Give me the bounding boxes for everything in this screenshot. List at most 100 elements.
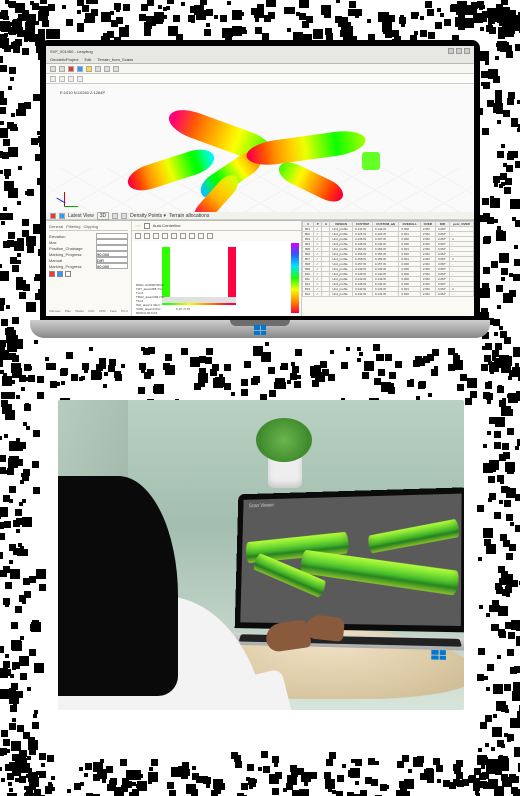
cell: -: [450, 292, 474, 297]
record-icon[interactable]: [68, 66, 74, 72]
tab-plan[interactable]: Plan: [65, 309, 71, 313]
export-icon[interactable]: [113, 66, 119, 72]
col-header[interactable]: #: [303, 222, 314, 227]
software-window: SVF_001450 - Leapfrog GeodeticProject Ed…: [46, 46, 474, 316]
coords-readout: E:1010 N:10260 Z:1264P: [60, 90, 105, 95]
collapse-icon[interactable]: [121, 213, 127, 219]
properties-panel: General Filtering Clipping ElevationMaxP…: [46, 221, 132, 316]
tab-clipping[interactable]: Clipping: [83, 224, 97, 229]
chip-red[interactable]: [49, 271, 55, 277]
tab-value: PO 2: [121, 309, 128, 313]
axis-gizmo[interactable]: [52, 182, 78, 208]
circle-icon[interactable]: [162, 233, 168, 239]
open-icon[interactable]: [50, 66, 56, 72]
app-title: SVF_001450 - Leapfrog: [50, 49, 93, 54]
col-header[interactable]: DIR: [435, 222, 449, 227]
flag-icon[interactable]: [50, 213, 56, 219]
toolbar-secondary: Latest View 3D Density Points ▾ Terrain …: [46, 212, 474, 220]
ribbon-tabs: GeodeticProject Edit Terrain_from_Scans: [46, 56, 474, 64]
windows-logo-icon: [431, 650, 446, 660]
fit-icon[interactable]: [144, 233, 150, 239]
expand-icon[interactable]: [112, 213, 118, 219]
view-dropdown[interactable]: 3D: [97, 212, 109, 220]
status-bottom-tabs: Volumes Plan Model CAD CMS Face PO 2: [49, 309, 128, 313]
plant-leaves-back: [256, 418, 312, 462]
chip-row: [49, 271, 128, 277]
tab-cad[interactable]: CAD: [88, 309, 94, 313]
rect-icon[interactable]: [153, 233, 159, 239]
prop-row: Marking_Progress: [49, 263, 128, 269]
col-header[interactable]: DESIGN: [330, 222, 353, 227]
col-header[interactable]: OVERALL: [399, 222, 420, 227]
tab-model[interactable]: Model: [75, 309, 83, 313]
redo-icon[interactable]: [104, 66, 110, 72]
col-header[interactable]: CUSTOM_adj: [372, 222, 399, 227]
col-header[interactable]: P: [314, 222, 322, 227]
label-latest-view: Latest View: [68, 213, 94, 219]
auto-centerline-checkbox[interactable]: [144, 223, 150, 229]
auto-centerline-label: Auto-Centerline: [153, 223, 181, 228]
table-row[interactable]: 814✓Und_profile0.144.W0.144.W0.0002.6M3.…: [303, 292, 474, 297]
person: [58, 476, 258, 710]
tab-filtering[interactable]: Filtering: [66, 224, 80, 229]
lower-panels: General Filtering Clipping ElevationMaxP…: [46, 220, 474, 316]
undo-icon[interactable]: [95, 66, 101, 72]
viewport-3d[interactable]: E:1010 N:10260 Z:1264P: [46, 84, 474, 212]
data-grid[interactable]: #PADESIGNCUSTOMCUSTOM_adjOVERALLOVERDIRp…: [302, 221, 474, 297]
col-header[interactable]: A: [322, 222, 330, 227]
fit-icon[interactable]: [77, 76, 83, 82]
tunnel-head: ∩∩ Auto-Centerline: [132, 221, 301, 231]
chip-blue[interactable]: [57, 271, 63, 277]
col-header[interactable]: CUSTOM: [352, 222, 372, 227]
heatmap-3d-model: [126, 112, 386, 212]
minimize-icon[interactable]: [448, 48, 454, 54]
cross-section-panel: ∩∩ Auto-Centerline: [132, 221, 302, 316]
cell: Und_profile: [330, 292, 353, 297]
section-dimension: 5.46 | 5.36: [176, 307, 190, 311]
view3d-icon[interactable]: [77, 66, 83, 72]
cell: ✓: [314, 292, 322, 297]
measure-icon[interactable]: [86, 66, 92, 72]
tab-terrain[interactable]: Terrain_from_Scans: [97, 57, 133, 62]
top-laptop: SVF_001450 - Leapfrog GeodeticProject Ed…: [30, 40, 490, 360]
chip-gray[interactable]: [65, 271, 71, 277]
tab-face[interactable]: Face: [110, 309, 117, 313]
tab-general[interactable]: General: [49, 224, 63, 229]
sel4-icon[interactable]: [207, 233, 213, 239]
tab-project[interactable]: GeodeticProject: [50, 57, 78, 62]
zoom-icon[interactable]: [68, 76, 74, 82]
cell: 2.6M: [420, 292, 435, 297]
pan-icon[interactable]: [59, 76, 65, 82]
label-terrain[interactable]: Terrain allocations: [169, 213, 209, 219]
tab-cms[interactable]: CMS: [99, 309, 106, 313]
prop-label: Position_Chainage: [49, 246, 83, 251]
save-icon[interactable]: [59, 66, 65, 72]
laptop2-screen: Scan Viewer: [235, 487, 464, 632]
label-density[interactable]: Density Points ▾: [130, 213, 166, 219]
maximize-icon[interactable]: [456, 48, 462, 54]
col-header[interactable]: perc_OVER: [450, 222, 474, 227]
toolbar-main: [46, 64, 474, 74]
tab-edit[interactable]: Edit: [84, 57, 91, 62]
tab-volumes[interactable]: Volumes: [49, 309, 61, 313]
titlebar: SVF_001450 - Leapfrog: [46, 46, 474, 56]
prop-label: Marking_Progress: [49, 264, 81, 269]
sel1-icon[interactable]: [180, 233, 186, 239]
props-tabs: General Filtering Clipping: [49, 224, 128, 231]
data-grid-panel: #PADESIGNCUSTOMCUSTOM_adjOVERALLOVERDIRp…: [302, 221, 474, 316]
marker-icon[interactable]: [59, 213, 65, 219]
zoom-icon[interactable]: [135, 233, 141, 239]
person-hair: [58, 476, 178, 696]
cell: 814: [303, 292, 314, 297]
orbit-icon[interactable]: [50, 76, 56, 82]
close-icon[interactable]: [464, 48, 470, 54]
prop-input[interactable]: [96, 263, 128, 269]
cell: 0.000: [399, 292, 420, 297]
sel2-icon[interactable]: [189, 233, 195, 239]
sel3-icon[interactable]: [198, 233, 204, 239]
cell: 0.144.W: [352, 292, 372, 297]
laptop1-screen-bezel: SVF_001450 - Leapfrog GeodeticProject Ed…: [40, 40, 480, 322]
grid-icon[interactable]: [171, 233, 177, 239]
col-header[interactable]: OVER: [420, 222, 435, 227]
cross-section-view[interactable]: RING: HORIZONTALTOT_area=285.7m²Tu=4TRAV…: [132, 241, 301, 316]
